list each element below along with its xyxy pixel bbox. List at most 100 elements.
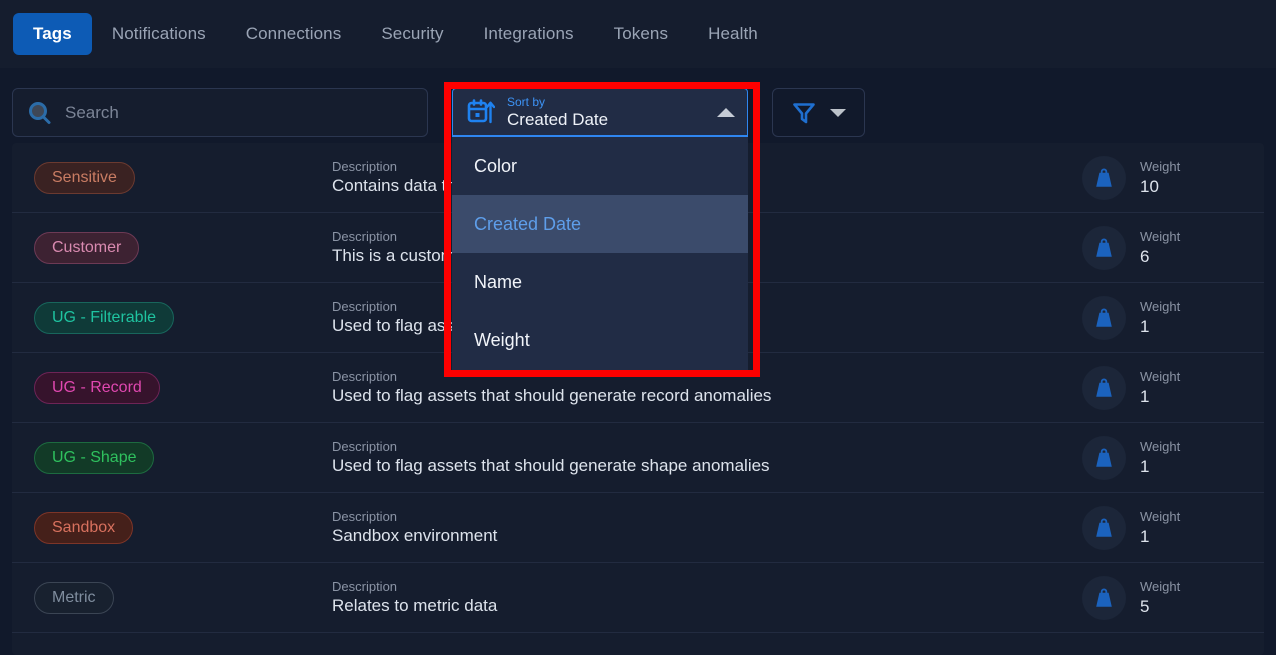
weight-label: Weight [1140,368,1181,384]
sort-option-created-date[interactable]: Created Date [452,195,748,253]
weight-icon-badge [1082,155,1126,200]
weight-label: Weight [1140,508,1181,524]
tag-pill[interactable]: UG - Filterable [34,301,175,334]
weight-icon-badge [1082,575,1126,620]
description-cell: Description Used to flag assets that sho… [332,368,1064,407]
description-label: Description [332,509,398,524]
description-value: Used to flag assets that should generate… [332,456,770,475]
list-toolbar: Search Sort by Created Date Color Create… [0,68,1276,373]
weight-value: 1 [1140,526,1150,546]
weight-label: Weight [1140,298,1181,314]
tab-notifications[interactable]: Notifications [92,13,226,55]
description-value: Sandbox environment [332,526,498,545]
tab-security[interactable]: Security [361,13,463,55]
weight-icon-badge [1082,435,1126,480]
weight-text: Weight 1 [1140,298,1180,338]
tab-label: Tags [33,24,72,43]
weight-value: 1 [1140,386,1150,406]
sort-option-weight[interactable]: Weight [452,311,748,369]
weight-cell: Weight 6 [1064,225,1264,270]
weight-value: 5 [1140,596,1150,616]
weight-value: 6 [1140,246,1150,266]
filter-funnel-icon [792,101,816,125]
tag-pill[interactable]: Customer [34,231,140,264]
weight-cell: Weight 5 [1064,575,1264,620]
sort-option-color[interactable]: Color [452,137,748,195]
tab-connections[interactable]: Connections [226,13,362,55]
sort-option-label: Name [474,271,523,292]
chevron-up-icon[interactable] [717,107,735,117]
tab-tags[interactable]: Tags [13,13,92,55]
weight-icon-badge [1082,225,1126,270]
tag-pill[interactable]: UG - Shape [34,441,155,474]
weight-text: Weight 6 [1140,228,1180,268]
tag-pill[interactable]: Sandbox [34,511,134,544]
weight-text: Weight 1 [1140,438,1180,478]
tab-label: Security [381,24,444,43]
sort-option-label: Weight [474,329,530,350]
tab-tokens[interactable]: Tokens [594,13,688,55]
tab-label: Connections [245,24,342,43]
weight-icon-badge [1082,505,1126,550]
weight-value: 1 [1140,316,1150,336]
tab-label: Integrations [483,24,574,43]
weight-text: Weight 5 [1140,578,1180,618]
tag-cell: UG - Shape [12,441,332,474]
weight-value: 1 [1140,456,1150,476]
weight-icon-badge [1082,365,1126,410]
settings-tab-bar: Tags Notifications Connections Security … [0,0,1276,68]
weight-value: 10 [1140,176,1159,196]
sort-by-value: Created Date [507,109,609,129]
tab-health[interactable]: Health [688,13,778,55]
weight-cell: Weight 1 [1064,295,1264,340]
sort-by-button[interactable]: Sort by Created Date [452,88,748,137]
description-value: Used to flag assets that should generate… [332,386,772,405]
tag-pill[interactable]: UG - Record [34,371,160,404]
weight-cell: Weight 1 [1064,365,1264,410]
weight-cell: Weight 1 [1064,435,1264,480]
tag-cell: UG - Record [12,371,332,404]
tag-cell: Customer [12,231,332,264]
sort-option-label: Color [474,155,518,176]
weight-kettlebell-icon [1096,588,1112,607]
table-row[interactable]: UG - Shape Description Used to flag asse… [12,423,1264,493]
description-value: Relates to metric data [332,596,498,615]
weight-kettlebell-icon [1096,308,1112,327]
weight-label: Weight [1140,158,1181,174]
table-row[interactable]: Sandbox Description Sandbox environment … [12,493,1264,563]
tab-integrations[interactable]: Integrations [464,13,594,55]
weight-text: Weight 1 [1140,368,1180,408]
sort-by-caption: Sort by [507,94,546,109]
search-placeholder: Search [65,102,119,122]
sort-option-label: Created Date [474,213,582,234]
weight-kettlebell-icon [1096,378,1112,397]
description-cell: Description Used to flag assets that sho… [332,438,1064,477]
weight-label: Weight [1140,438,1181,454]
tag-pill[interactable]: Metric [34,581,114,614]
chevron-down-icon[interactable] [829,108,846,117]
sort-by-control: Sort by Created Date Color Created Date … [452,88,748,373]
weight-kettlebell-icon [1096,168,1112,187]
tag-cell: UG - Filterable [12,301,332,334]
search-input[interactable]: Search [12,88,428,137]
weight-label: Weight [1140,228,1181,244]
sort-by-labels: Sort by Created Date [507,95,709,130]
table-row[interactable]: Metric Description Relates to metric dat… [12,563,1264,633]
filter-button[interactable] [772,88,865,137]
weight-icon-badge [1082,295,1126,340]
weight-label: Weight [1140,578,1181,594]
tag-cell: Sensitive [12,161,332,194]
weight-kettlebell-icon [1096,518,1112,537]
tag-cell: Metric [12,581,332,614]
description-cell: Description Sandbox environment [332,508,1064,547]
sort-by-dropdown: Color Created Date Name Weight [452,137,748,373]
settings-page: Tags Notifications Connections Security … [0,0,1276,655]
weight-cell: Weight 1 [1064,505,1264,550]
sort-option-name[interactable]: Name [452,253,748,311]
description-cell: Description Relates to metric data [332,578,1064,617]
calendar-sort-ascending-icon [467,98,496,126]
weight-kettlebell-icon [1096,238,1112,257]
search-icon [27,100,53,126]
tag-pill[interactable]: Sensitive [34,161,135,194]
description-label: Description [332,439,398,454]
